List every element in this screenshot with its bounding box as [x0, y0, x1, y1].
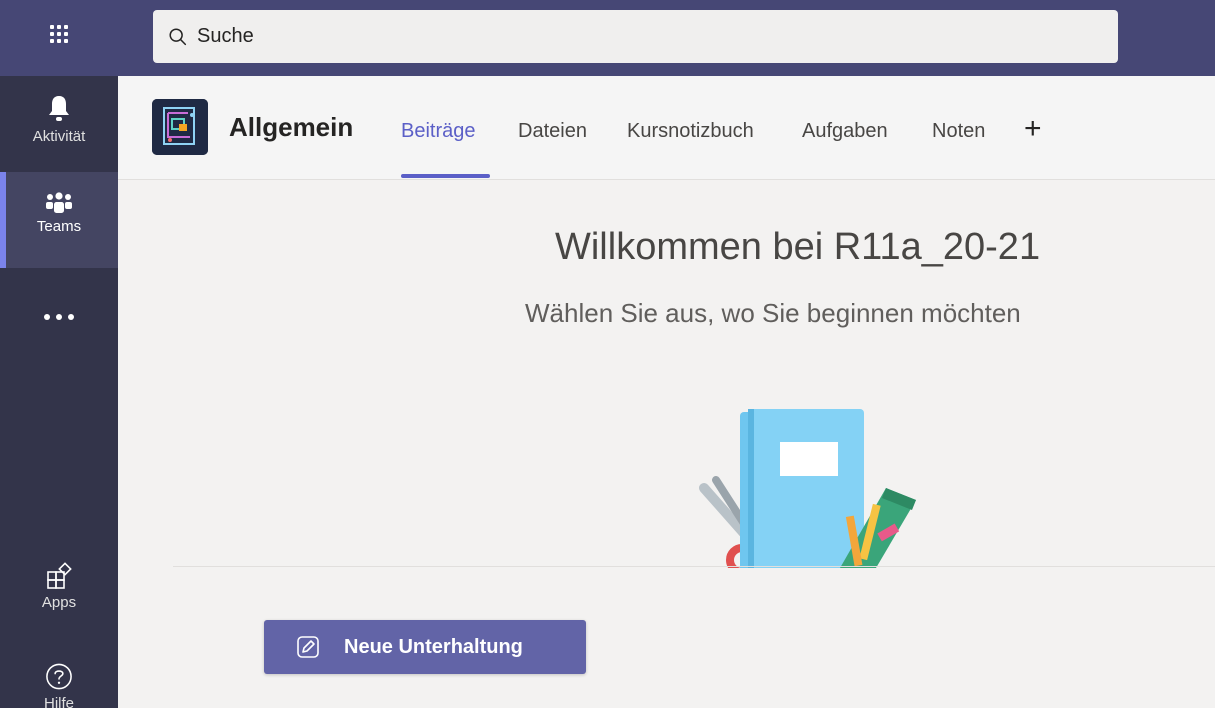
welcome-illustration [690, 400, 930, 568]
app-launcher-button[interactable] [0, 0, 118, 76]
rail-item-teams[interactable]: Teams [0, 172, 118, 268]
rail-item-help[interactable]: Hilfe [0, 662, 118, 708]
rail-item-label: Hilfe [43, 695, 74, 708]
rail-item-label: Teams [36, 218, 82, 235]
tab-dateien[interactable]: Dateien [518, 120, 587, 143]
rail-item-activity[interactable]: Aktivität [0, 94, 118, 172]
tab-beitraege[interactable]: Beiträge [401, 120, 476, 143]
content-divider [173, 566, 1215, 567]
rail-item-label: Aktivität [32, 128, 86, 145]
tab-noten[interactable]: Noten [932, 120, 985, 143]
compose-icon [297, 636, 319, 658]
teams-icon [46, 192, 72, 213]
new-conversation-button[interactable]: Neue Unterhaltung [264, 620, 586, 674]
channel-title: Allgemein [229, 112, 354, 142]
welcome-title: Willkommen bei R11a_20-21 [555, 226, 1041, 268]
tab-aufgaben[interactable]: Aufgaben [802, 120, 888, 143]
rail-item-label: Apps [41, 594, 77, 611]
app-rail: Aktivität Teams Apps Hilfe [0, 76, 118, 708]
active-indicator [0, 172, 6, 268]
channel-header: Allgemein Beiträge Dateien Kursnotizbuch… [118, 76, 1215, 180]
more-icon [44, 314, 74, 320]
rail-item-apps[interactable]: Apps [0, 562, 118, 632]
team-logo-icon [152, 99, 208, 155]
apps-icon [47, 562, 72, 589]
bell-icon [49, 96, 69, 121]
new-conversation-label: Neue Unterhaltung [344, 635, 523, 658]
search-placeholder: Suche [197, 25, 254, 47]
search-input[interactable]: Suche [153, 10, 1118, 63]
add-tab-button[interactable]: + [1024, 112, 1042, 146]
help-icon [46, 663, 72, 690]
team-avatar[interactable] [152, 99, 208, 155]
active-tab-indicator [401, 174, 490, 178]
welcome-subtitle: Wählen Sie aus, wo Sie beginnen möchten [525, 298, 1021, 328]
rail-item-more[interactable] [0, 302, 118, 332]
search-icon [169, 27, 187, 45]
top-bar: Suche [0, 0, 1215, 76]
waffle-icon [50, 25, 68, 43]
tab-kursnotizbuch[interactable]: Kursnotizbuch [627, 120, 754, 143]
